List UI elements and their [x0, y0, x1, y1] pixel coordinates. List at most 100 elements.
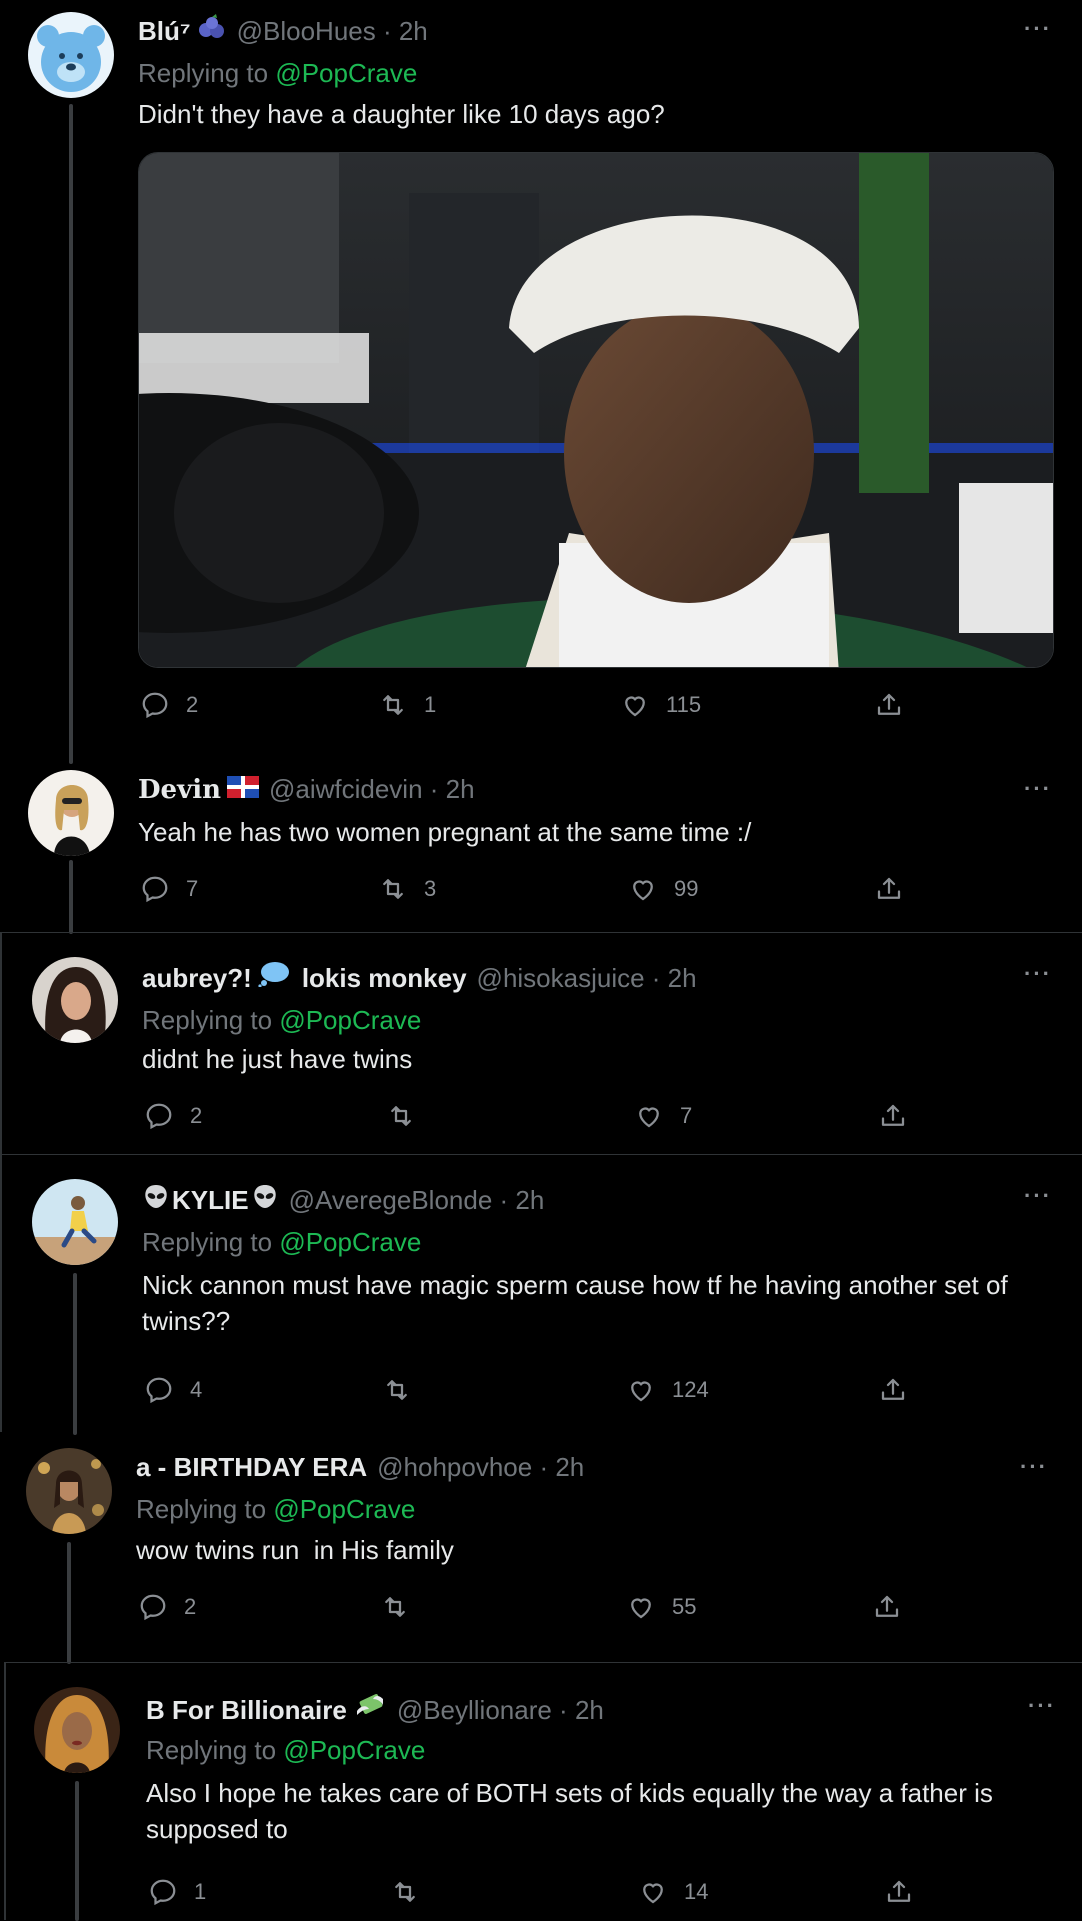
tweet-actions: 4 124: [142, 1375, 1058, 1415]
like-button[interactable]: 124: [626, 1375, 709, 1405]
like-button[interactable]: 55: [626, 1592, 696, 1622]
mention-link[interactable]: @PopCrave: [273, 1494, 415, 1524]
heart-icon: [633, 880, 653, 901]
display-name[interactable]: Blú⁷: [138, 16, 191, 47]
tweet-header: KYLIE @AveregeBlonde · 2h: [142, 1183, 544, 1216]
display-name-suffix[interactable]: lokis monkey: [302, 963, 467, 994]
handle[interactable]: @aiwfcidevin · 2h: [269, 774, 475, 805]
reply-count: 2: [184, 1594, 197, 1619]
more-options-icon[interactable]: ···: [1024, 1183, 1052, 1209]
retweet-button[interactable]: [386, 1101, 432, 1131]
more-options-icon[interactable]: ···: [1020, 1454, 1048, 1480]
avatar[interactable]: [26, 1448, 112, 1534]
avatar[interactable]: [34, 1687, 120, 1773]
share-button[interactable]: [874, 874, 920, 904]
retweet-icon: [387, 1380, 407, 1400]
share-button[interactable]: [878, 1375, 924, 1405]
more-options-icon[interactable]: ···: [1024, 961, 1052, 987]
display-name[interactable]: B For Billionaire: [146, 1695, 347, 1726]
tweet-1[interactable]: Blú⁷ @BlooHues · 2h ··· Replying to @Pop…: [0, 0, 1082, 764]
tweet-4[interactable]: KYLIE @AveregeBlonde · 2h ··· Replying t…: [0, 1154, 1082, 1435]
tweet-actions: 2 1 115: [138, 690, 1054, 730]
tweet-header: B For Billionaire @Beyllionare · 2h: [146, 1691, 604, 1726]
retweet-count: 3: [424, 876, 437, 901]
tweet-2[interactable]: Devin @aiwfcidevin · 2h ··· Yeah he has …: [0, 760, 1082, 934]
like-count: 14: [684, 1879, 709, 1904]
tweet-header: aubrey?! lokis monkey @hisokasjuice · 2h: [142, 961, 697, 994]
retweet-button[interactable]: 1: [378, 690, 436, 720]
reply-icon: [146, 1103, 172, 1130]
tweet-actions: 7 3 99: [138, 874, 1054, 914]
like-count: 99: [674, 876, 699, 901]
tweet-photo[interactable]: [138, 152, 1054, 668]
handle[interactable]: @Beyllionare · 2h: [397, 1695, 604, 1726]
avatar[interactable]: [32, 957, 118, 1043]
reply-button[interactable]: 1: [148, 1877, 206, 1907]
tweet-text: Yeah he has two women pregnant at the sa…: [138, 817, 752, 847]
tweet-text: Didn't they have a daughter like 10 days…: [138, 99, 665, 129]
avatar[interactable]: [32, 1179, 118, 1265]
like-button[interactable]: 14: [638, 1877, 708, 1907]
avatar[interactable]: [28, 770, 114, 856]
share-button[interactable]: [872, 1592, 918, 1622]
retweet-button[interactable]: [390, 1877, 436, 1907]
tweet-header: Blú⁷ @BlooHues · 2h: [138, 14, 428, 47]
thread-line: [69, 104, 73, 764]
retweet-icon: [383, 879, 403, 899]
replying-to: Replying to @PopCrave: [146, 1735, 426, 1765]
replying-to: Replying to @PopCrave: [142, 1227, 422, 1257]
more-options-icon[interactable]: ···: [1024, 16, 1052, 42]
reply-count: 4: [190, 1377, 203, 1402]
reply-icon: [140, 1594, 166, 1621]
retweet-button[interactable]: [380, 1592, 426, 1622]
display-name[interactable]: Devin: [138, 775, 221, 805]
share-icon: [881, 1378, 905, 1400]
reply-button[interactable]: 4: [144, 1375, 202, 1405]
retweet-button[interactable]: [382, 1375, 428, 1405]
display-name[interactable]: a - BIRTHDAY ERA: [136, 1452, 367, 1483]
tweet-6[interactable]: B For Billionaire @Beyllionare · 2h ··· …: [4, 1662, 1082, 1921]
retweet-count: 1: [424, 692, 437, 717]
reply-button[interactable]: 2: [138, 1592, 196, 1622]
share-icon: [877, 693, 901, 715]
reply-count: 7: [186, 876, 199, 901]
tweet-actions: 1 14: [146, 1877, 1062, 1917]
reply-count: 2: [190, 1103, 203, 1128]
mention-link[interactable]: @PopCrave: [275, 58, 417, 88]
avatar[interactable]: [28, 12, 114, 98]
more-options-icon[interactable]: ···: [1024, 776, 1052, 802]
like-button[interactable]: 7: [634, 1101, 692, 1131]
handle[interactable]: @BlooHues · 2h: [237, 16, 428, 47]
tweet-text: wow twins run in His family: [136, 1535, 454, 1565]
handle[interactable]: @hisokasjuice · 2h: [477, 963, 697, 994]
reply-icon: [146, 1377, 172, 1404]
mention-link[interactable]: @PopCrave: [279, 1005, 421, 1035]
mention-link[interactable]: @PopCrave: [279, 1227, 421, 1257]
reply-button[interactable]: 2: [140, 690, 198, 720]
thread-line: [67, 1542, 71, 1664]
alien-icon: [142, 1183, 170, 1216]
like-button[interactable]: 115: [620, 690, 701, 720]
like-count: 7: [680, 1103, 693, 1128]
blueberries-icon: [197, 14, 227, 47]
mention-link[interactable]: @PopCrave: [283, 1735, 425, 1765]
share-icon: [877, 877, 901, 899]
reply-button[interactable]: 2: [144, 1101, 202, 1131]
share-button[interactable]: [878, 1101, 924, 1131]
thread-line: [75, 1781, 79, 1921]
handle[interactable]: @AveregeBlonde · 2h: [289, 1185, 545, 1216]
more-options-icon[interactable]: ···: [1028, 1693, 1056, 1719]
share-button[interactable]: [874, 690, 920, 720]
tweet-3[interactable]: aubrey?! lokis monkey @hisokasjuice · 2h…: [0, 932, 1082, 1154]
handle[interactable]: @hohpovhoe · 2h: [377, 1452, 584, 1483]
tweet-5[interactable]: a - BIRTHDAY ERA @hohpovhoe · 2h ··· Rep…: [0, 1432, 1082, 1664]
display-name[interactable]: KYLIE: [172, 1185, 249, 1216]
like-count: 115: [666, 692, 702, 717]
share-button[interactable]: [884, 1877, 930, 1907]
display-name[interactable]: aubrey?!: [142, 963, 252, 994]
share-icon: [887, 1880, 911, 1902]
retweet-button[interactable]: 3: [378, 874, 436, 904]
reply-button[interactable]: 7: [140, 874, 198, 904]
tweet-header: Devin @aiwfcidevin · 2h: [138, 774, 475, 805]
like-button[interactable]: 99: [628, 874, 698, 904]
